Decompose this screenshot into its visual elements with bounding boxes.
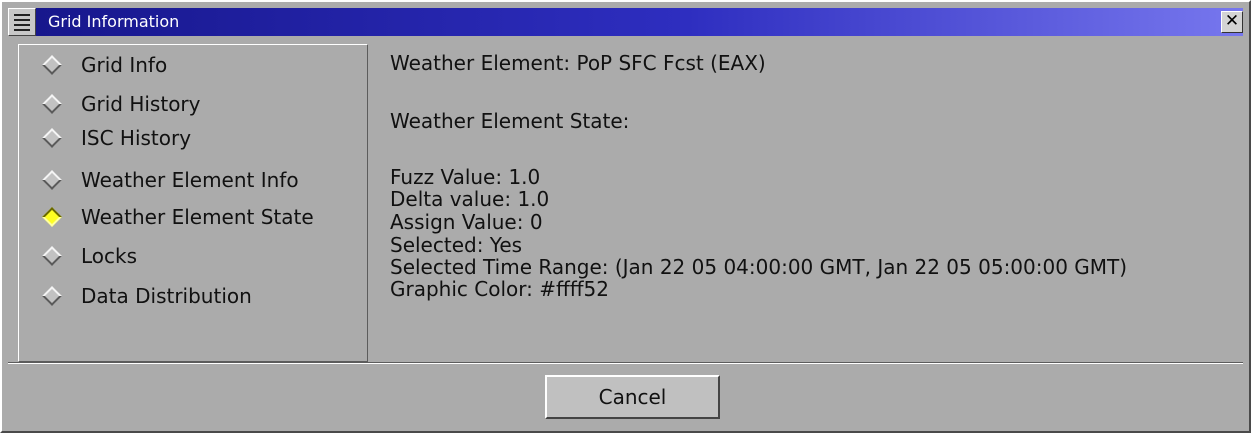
radio-label: Data Distribution	[81, 284, 252, 308]
radio-label: Grid Info	[81, 53, 168, 77]
window-menu-icon[interactable]	[8, 8, 36, 36]
radio-diamond-icon	[42, 286, 62, 306]
radio-diamond-icon	[42, 128, 62, 148]
radio-label: Weather Element Info	[81, 168, 299, 192]
radio-data-distribution[interactable]: Data Distribution	[41, 281, 252, 311]
radio-label: ISC History	[81, 126, 192, 150]
radio-label: Locks	[81, 244, 138, 268]
radio-label: Grid History	[81, 92, 201, 116]
radio-grid-info[interactable]: Grid Info	[41, 50, 167, 80]
radio-diamond-icon	[42, 170, 62, 190]
graphic-color-line: Graphic Color: #ffff52	[390, 277, 609, 301]
radio-locks[interactable]: Locks	[41, 241, 137, 271]
cancel-button[interactable]: Cancel	[545, 375, 720, 419]
radio-diamond-icon	[42, 55, 62, 75]
weather-element-state-heading: Weather Element State:	[390, 109, 630, 133]
fuzz-value-line: Fuzz Value: 1.0	[390, 165, 541, 189]
grid-information-dialog: Grid Information ✕ Grid Info Grid Histor…	[0, 0, 1251, 433]
close-icon[interactable]: ✕	[1221, 11, 1243, 33]
title-bar[interactable]: Grid Information ✕	[8, 8, 1243, 36]
delta-value-line: Delta value: 1.0	[390, 187, 550, 211]
radio-weather-element-state[interactable]: Weather Element State	[41, 202, 314, 232]
radio-weather-element-info[interactable]: Weather Element Info	[41, 165, 299, 195]
radio-label: Weather Element State	[81, 205, 314, 229]
weather-element-line: Weather Element: PoP SFC Fcst (EAX)	[390, 51, 766, 75]
window-title: Grid Information	[48, 12, 180, 31]
selected-time-range-line: Selected Time Range: (Jan 22 05 04:00:00…	[390, 255, 1128, 279]
radio-isc-history[interactable]: ISC History	[41, 123, 191, 153]
radio-diamond-icon	[42, 246, 62, 266]
radio-diamond-selected-icon	[42, 207, 62, 227]
separator	[8, 362, 1243, 364]
radio-diamond-icon	[42, 94, 62, 114]
radio-grid-history[interactable]: Grid History	[41, 89, 200, 119]
selected-line: Selected: Yes	[390, 233, 523, 257]
assign-value-line: Assign Value: 0	[390, 210, 543, 234]
category-panel: Grid Info Grid History ISC History Weath…	[18, 44, 368, 362]
